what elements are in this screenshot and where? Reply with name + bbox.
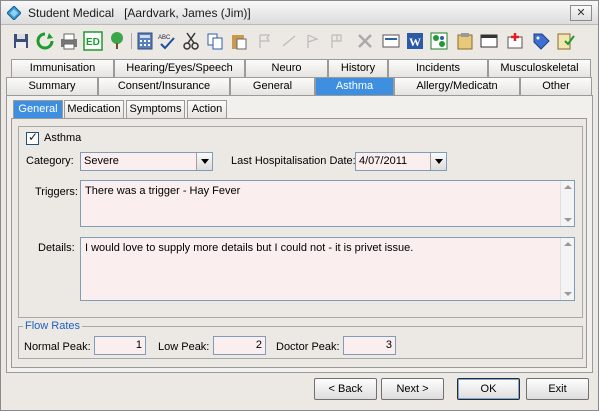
tab-other[interactable]: Other <box>520 77 592 95</box>
triggers-textarea[interactable]: There was a trigger - Hay Fever <box>80 180 575 227</box>
tab-row-2: Summary Consent/Insurance General Asthma… <box>1 77 598 96</box>
category-value: Severe <box>84 155 119 167</box>
flag2-icon[interactable] <box>303 31 323 51</box>
save-icon[interactable] <box>11 31 31 51</box>
back-prefix: < <box>328 383 338 395</box>
tree-icon[interactable] <box>107 31 127 51</box>
svg-text:ED: ED <box>86 37 100 48</box>
tab-asthma[interactable]: Asthma <box>315 77 394 96</box>
tab-general[interactable]: General <box>230 77 315 95</box>
normal-peak-label: Normal Peak: <box>24 341 91 353</box>
subtab-general[interactable]: General <box>13 100 63 118</box>
card-icon[interactable] <box>479 31 499 51</box>
tab-allergy-medicatn[interactable]: Allergy/Medicatn <box>394 77 520 95</box>
svg-text:W: W <box>409 35 421 49</box>
tab-consent-insurance[interactable]: Consent/Insurance <box>98 77 230 95</box>
details-label: Details: <box>38 242 75 254</box>
refresh-icon[interactable] <box>35 31 55 51</box>
toolbar: ED ABC W <box>1 27 598 57</box>
flow-rates-legend: Flow Rates <box>23 320 83 332</box>
spellcheck-icon[interactable]: ABC <box>157 31 177 51</box>
asthma-checkbox-label: Asthma <box>44 132 82 144</box>
report-icon[interactable] <box>455 31 475 51</box>
chevron-down-icon[interactable] <box>430 153 446 170</box>
subtab-symptoms[interactable]: Symptoms <box>126 100 185 118</box>
details-scrollbar[interactable] <box>560 238 574 300</box>
app-title: Student Medical <box>28 6 115 20</box>
tab-neuro[interactable]: Neuro <box>245 59 328 77</box>
excel-icon[interactable] <box>429 31 449 51</box>
toolbar-separator <box>131 33 132 49</box>
asthma-checkbox[interactable] <box>26 130 39 145</box>
triggers-value: There was a trigger - Hay Fever <box>85 185 241 197</box>
triggers-label: Triggers: <box>35 186 78 198</box>
record-title: [Aardvark, James (Jim)] <box>124 6 251 20</box>
low-peak-field[interactable]: 2 <box>213 336 266 355</box>
delete-icon[interactable] <box>355 31 375 51</box>
last-hospitalisation-value: 4/07/2011 <box>359 155 408 167</box>
calculator-icon[interactable] <box>135 31 155 51</box>
normal-peak-field[interactable]: 1 <box>94 336 146 355</box>
tab-row-1: Immunisation Hearing/Eyes/Speech Neuro H… <box>1 59 598 77</box>
tag-icon[interactable] <box>531 31 551 51</box>
tab-musculoskeletal[interactable]: Musculoskeletal <box>488 59 591 77</box>
scroll-up-icon[interactable] <box>564 185 572 189</box>
paste-icon[interactable] <box>229 31 249 51</box>
category-label: Category: <box>26 155 74 167</box>
tab-history[interactable]: History <box>328 59 388 77</box>
tab-summary[interactable]: Summary <box>6 77 98 95</box>
scroll-up-icon[interactable] <box>564 242 572 246</box>
last-hospitalisation-label: Last Hospitalisation Date: <box>231 155 356 167</box>
word-icon[interactable]: W <box>405 31 425 51</box>
back-button[interactable]: < Back <box>314 378 377 400</box>
student-medical-window: Student Medical [Aardvark, James (Jim)] … <box>0 0 599 411</box>
flag-icon[interactable] <box>255 31 275 51</box>
low-peak-label: Low Peak: <box>158 341 210 353</box>
subtab-medication[interactable]: Medication <box>64 100 124 118</box>
tab-immunisation[interactable]: Immunisation <box>11 59 114 77</box>
scroll-down-icon[interactable] <box>564 218 572 222</box>
doctor-peak-field[interactable]: 3 <box>343 336 396 355</box>
title-bar: Student Medical [Aardvark, James (Jim)] … <box>1 1 598 25</box>
triggers-scrollbar[interactable] <box>560 181 574 226</box>
print-icon[interactable] <box>59 31 79 51</box>
flag3-icon[interactable] <box>327 31 347 51</box>
message-icon[interactable] <box>381 31 401 51</box>
close-button[interactable]: ✕ <box>570 5 592 21</box>
app-diamond-icon <box>7 6 21 20</box>
cut-icon[interactable] <box>181 31 201 51</box>
copy-icon[interactable] <box>205 31 225 51</box>
next-button[interactable]: Next > <box>381 378 444 400</box>
scroll-down-icon[interactable] <box>564 292 572 296</box>
doctor-peak-label: Doctor Peak: <box>276 341 340 353</box>
exit-button[interactable]: Exit <box>526 378 589 400</box>
details-textarea[interactable]: I would love to supply more details but … <box>80 237 575 301</box>
details-value: I would love to supply more details but … <box>85 242 414 254</box>
edit-ed-icon[interactable]: ED <box>83 31 103 51</box>
tab-incidents[interactable]: Incidents <box>388 59 488 77</box>
line-icon[interactable] <box>279 31 299 51</box>
window-title: Student Medical [Aardvark, James (Jim)] <box>28 6 251 20</box>
last-hospitalisation-date[interactable]: 4/07/2011 <box>355 152 447 171</box>
back-label: Back <box>338 383 363 395</box>
ok-button[interactable]: OK <box>457 378 520 400</box>
svg-text:ABC: ABC <box>158 35 171 41</box>
first-aid-icon[interactable] <box>505 31 525 51</box>
tab-hearing-eyes-speech[interactable]: Hearing/Eyes/Speech <box>114 59 245 77</box>
category-select[interactable]: Severe <box>80 152 213 171</box>
checklist-icon[interactable] <box>555 31 575 51</box>
subtab-action[interactable]: Action <box>187 100 227 118</box>
chevron-down-icon[interactable] <box>196 153 212 170</box>
